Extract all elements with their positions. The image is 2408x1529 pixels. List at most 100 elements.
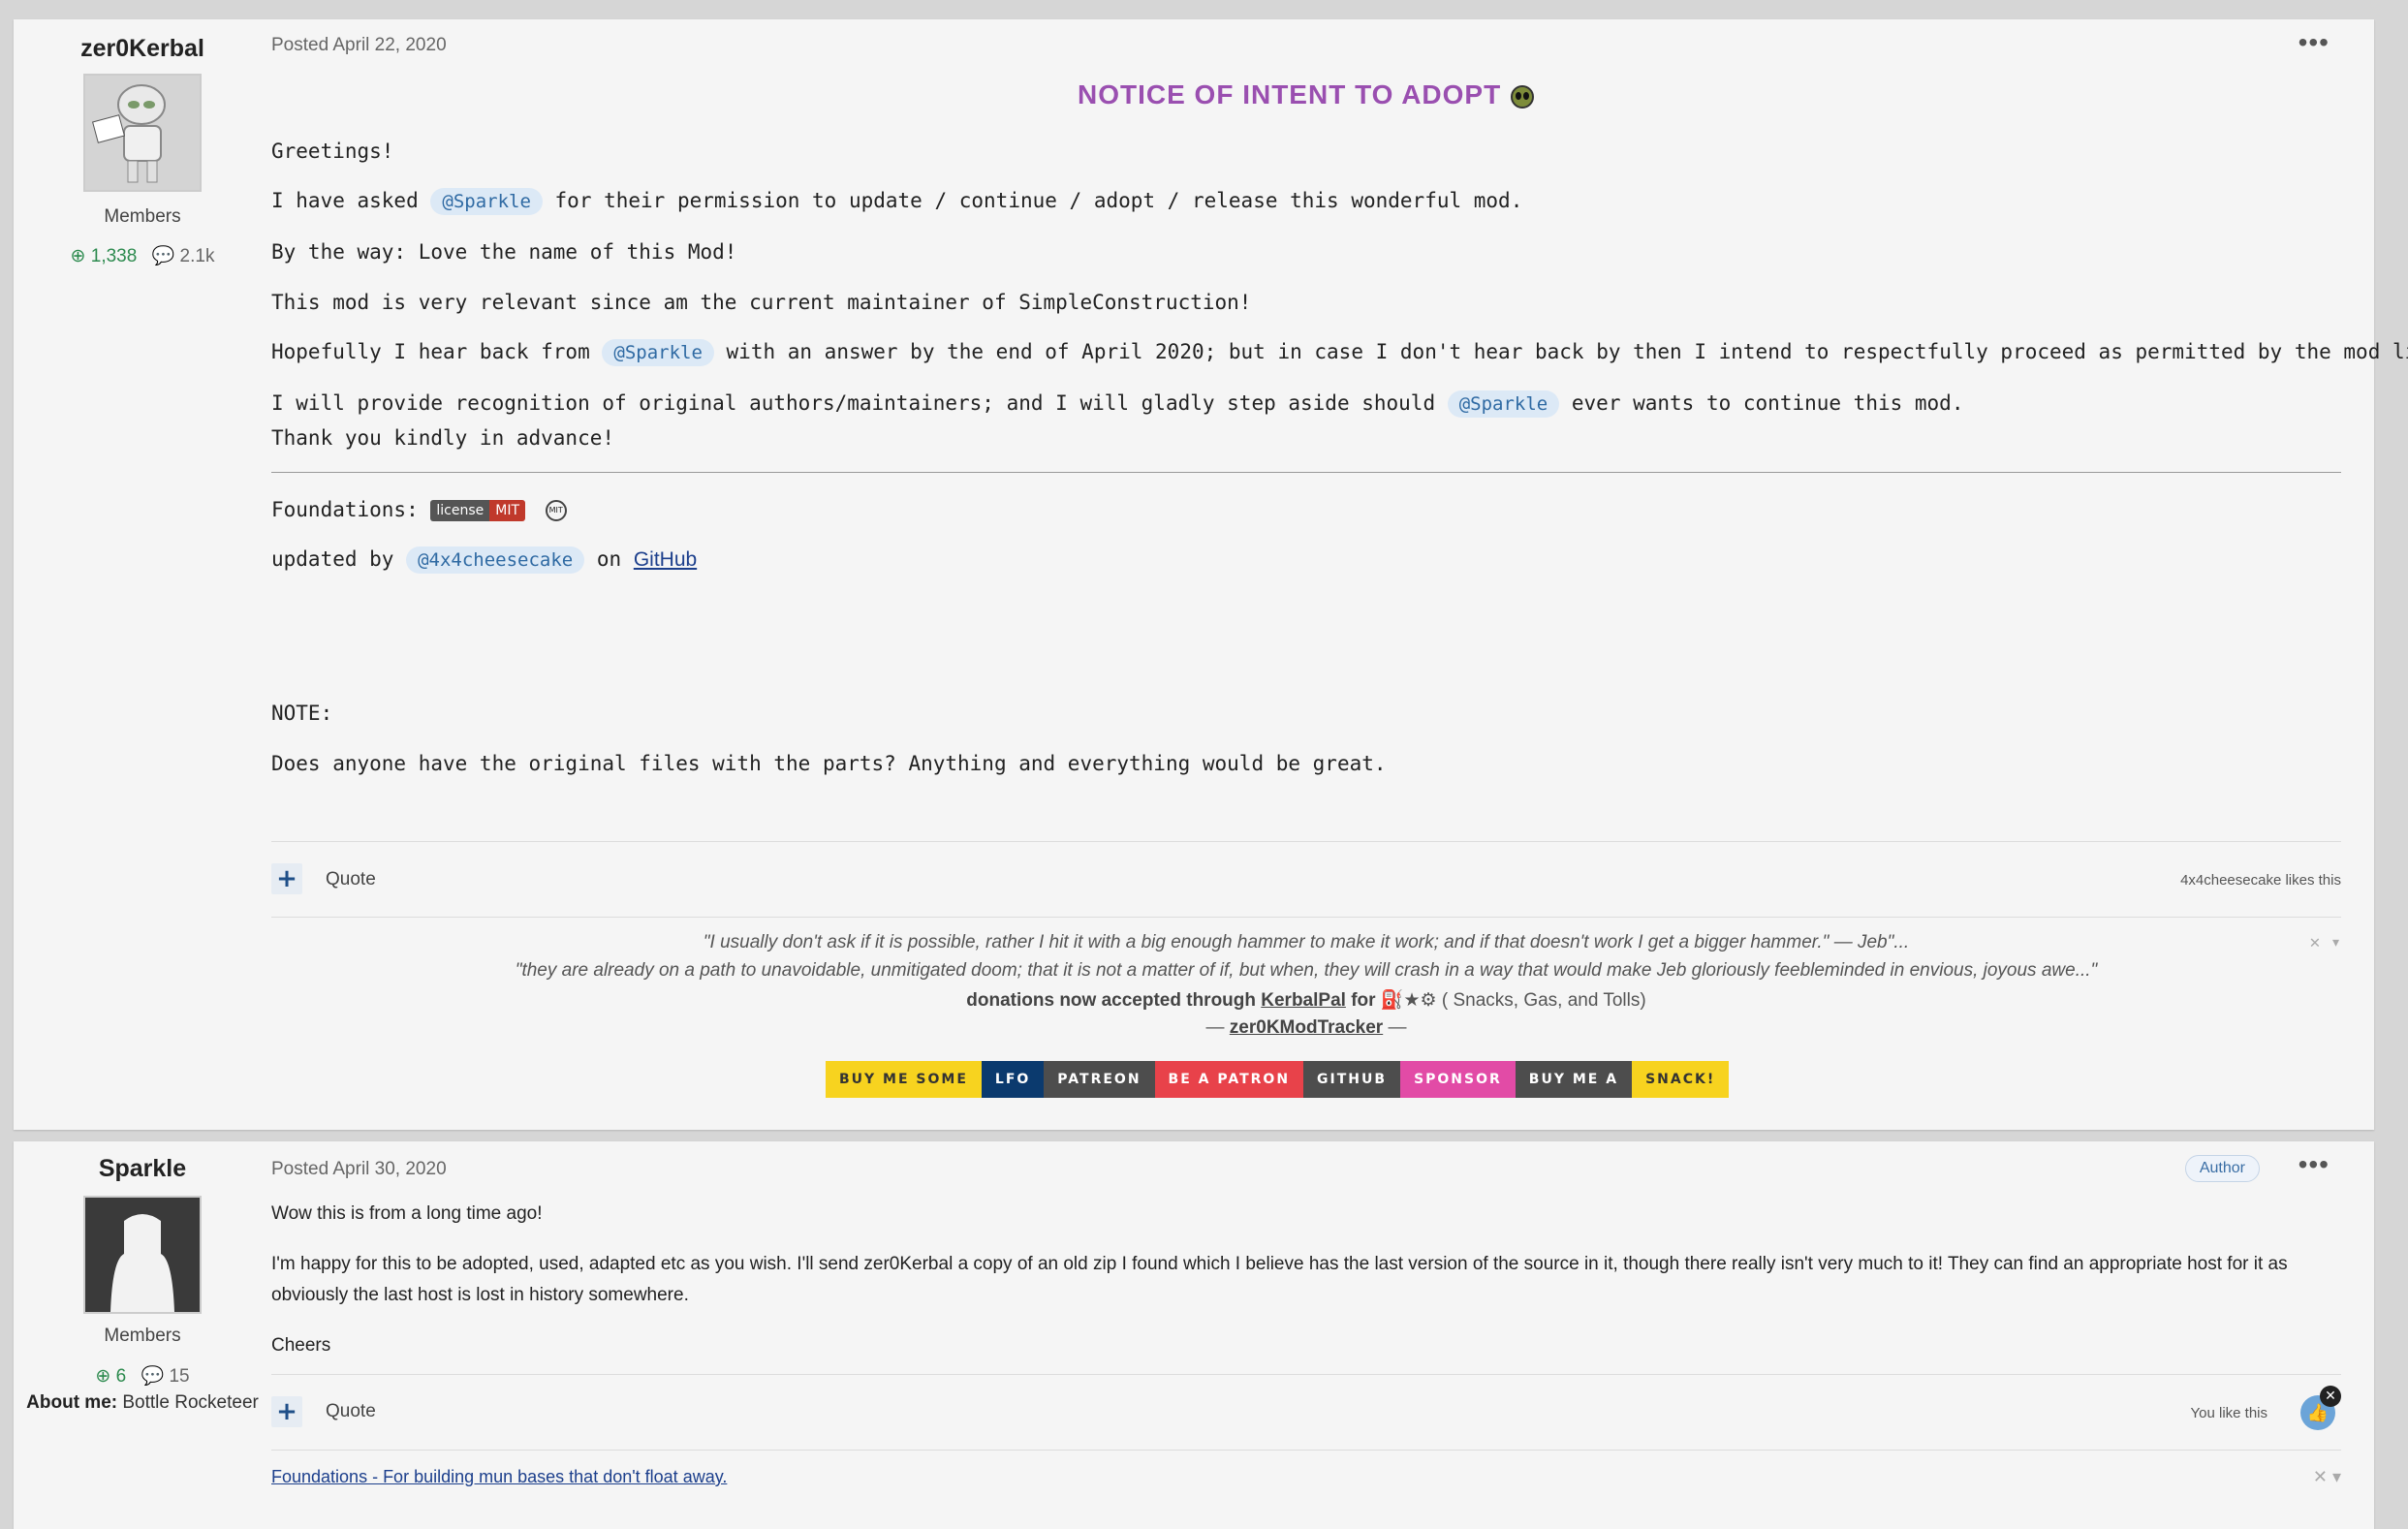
author-avatar[interactable] — [83, 74, 202, 192]
donation-badges: BUY ME SOME LFO PATREON BE A PATRON GITHUB SP… — [826, 1061, 1730, 1098]
note-label: NOTE: — [271, 702, 333, 725]
fuel-icon: ⛽ — [1380, 990, 1404, 1011]
donation-badge[interactable]: BUY ME A — [1515, 1061, 1633, 1098]
heading-text: NOTICE OF INTENT TO ADOPT — [1077, 79, 1502, 109]
text: "they are already on a path to unavoidab… — [515, 960, 2098, 981]
post-menu-button[interactable]: ••• — [2299, 27, 2330, 58]
about-label: About me: — [26, 1392, 118, 1413]
unlike-close-icon[interactable]: ✕ — [2320, 1386, 2341, 1407]
alien-emoji-icon — [1510, 79, 1535, 109]
paragraph-recognition: I will provide recognition of original a… — [271, 390, 1963, 418]
divider — [271, 1450, 2341, 1451]
donation-badge[interactable]: LFO — [981, 1061, 1045, 1098]
quote-button[interactable]: Quote — [326, 869, 376, 890]
text: — — [1383, 1017, 1407, 1038]
reputation-icon: ⊕ — [95, 1366, 111, 1387]
donation-badge[interactable]: PATREON — [1044, 1061, 1155, 1098]
post-date[interactable]: Posted April 30, 2020 — [271, 1159, 447, 1180]
paragraph-2-line-1: I'm happy for this to be adopted, used, … — [271, 1254, 2288, 1274]
signature-close-button[interactable]: ✕ ▾ — [2309, 932, 2341, 952]
divider — [271, 1374, 2341, 1375]
author-stats: ⊕ 6 💬 15 — [14, 1364, 271, 1388]
mention-sparkle[interactable]: @Sparkle — [1447, 390, 1560, 418]
mit-logo-icon: MIT — [545, 500, 567, 521]
comment-icon: 💬 — [151, 246, 175, 266]
donation-badge[interactable]: BE A PATRON — [1154, 1061, 1304, 1098]
author-group: Members — [104, 1326, 181, 1346]
author-group: Members — [104, 206, 181, 227]
mention-sparkle[interactable]: @Sparkle — [430, 188, 543, 215]
multiquote-add-button[interactable]: + — [271, 863, 302, 894]
post-sparkle: Sparkle Members ⊕ 6 💬 15 About me: Bottl… — [14, 1141, 2374, 1529]
note-text: Does anyone have the original files with… — [271, 752, 1387, 775]
signature-donations: donations now accepted through KerbalPal… — [271, 988, 2341, 1012]
donation-badge[interactable]: SNACK! — [1632, 1061, 1730, 1098]
text: with an answer by the end of April 2020;… — [713, 340, 2408, 363]
signature-quote-2: "they are already on a path to unavoidab… — [271, 960, 2341, 982]
star-icon: ★ — [1403, 990, 1421, 1011]
text: Hopefully I hear back from — [271, 340, 603, 363]
text: on — [584, 547, 634, 571]
reputation-count: 1,338 — [90, 246, 138, 266]
license-badge[interactable]: license MIT — [430, 500, 526, 521]
mention-4x4cheesecake[interactable]: @4x4cheesecake — [406, 546, 585, 574]
modtracker-link[interactable]: zer0KModTracker — [1230, 1017, 1383, 1038]
author-stats: ⊕ 1,338 💬 2.1k — [14, 244, 271, 267]
divider — [271, 472, 2341, 473]
multiquote-add-button[interactable]: + — [271, 1396, 302, 1427]
post-date[interactable]: Posted April 22, 2020 — [271, 35, 447, 56]
text: for their permission to update / continu… — [542, 189, 1523, 212]
donation-badge[interactable]: SPONSOR — [1400, 1061, 1516, 1098]
paragraph-3: Cheers — [271, 1335, 331, 1356]
github-link[interactable]: GitHub — [634, 548, 697, 571]
quote-button[interactable]: Quote — [326, 1401, 376, 1422]
author-avatar[interactable] — [83, 1196, 202, 1314]
post-zer0kerbal: zer0Kerbal Members ⊕ 1,338 💬 2.1k Posted… — [14, 19, 2408, 1130]
paragraph-greeting: Greetings! — [271, 140, 394, 163]
donation-badge[interactable]: BUY ME SOME — [826, 1061, 982, 1098]
text: I have asked — [271, 189, 431, 212]
post-count: 15 — [169, 1366, 190, 1387]
comment-icon: 💬 — [141, 1366, 165, 1387]
paragraph-hopefully: Hopefully I hear back from @Sparkle with… — [271, 339, 2408, 366]
gear-icon: ⚙ — [1420, 990, 1437, 1011]
paragraph-thanks: Thank you kindly in advance! — [271, 426, 615, 450]
foundations-line: Foundations: license MIT MIT — [271, 498, 567, 521]
kerbalpal-link[interactable]: KerbalPal — [1261, 990, 1346, 1011]
author-name[interactable]: Sparkle — [14, 1155, 271, 1183]
signature-close-button[interactable]: ✕ ▾ — [2313, 1467, 2341, 1487]
likes-summary[interactable]: 4x4cheesecake likes this — [2180, 872, 2341, 889]
signature-tracker: — zer0KModTracker — — [271, 1017, 2341, 1039]
paragraph-by-the-way: By the way: Love the name of this Mod! — [271, 240, 737, 264]
about-me: About me: Bottle Rocketeer — [14, 1392, 271, 1414]
text: updated by — [271, 547, 407, 571]
text: ( Snacks, Gas, and Tolls) — [1441, 990, 1646, 1011]
mention-sparkle[interactable]: @Sparkle — [602, 339, 714, 366]
author-name[interactable]: zer0Kerbal — [14, 35, 271, 63]
paragraph-1: Wow this is from a long time ago! — [271, 1203, 543, 1224]
signature-quote-1: "I usually don't ask if it is possible, … — [271, 932, 2341, 953]
text: I will provide recognition of original a… — [271, 391, 1448, 415]
post-menu-button[interactable]: ••• — [2299, 1149, 2330, 1180]
text: Foundations: — [271, 498, 431, 521]
divider — [271, 841, 2341, 842]
paragraph-relevant: This mod is very relevant since am the c… — [271, 291, 1252, 314]
text: donations now accepted through — [966, 990, 1262, 1011]
paragraph-2-line-2: obviously the last host is lost in histo… — [271, 1285, 689, 1305]
author-badge: Author — [2184, 1155, 2260, 1182]
reputation-icon: ⊕ — [70, 246, 86, 266]
donation-badge[interactable]: GITHUB — [1303, 1061, 1401, 1098]
license-value: MIT — [489, 500, 526, 521]
about-value: Bottle Rocketeer — [117, 1392, 259, 1413]
paragraph-asked: I have asked @Sparkle for their permissi… — [271, 188, 1522, 215]
divider — [271, 917, 2341, 918]
post-count: 2.1k — [179, 246, 215, 266]
reputation-count: 6 — [115, 1366, 127, 1387]
text: — — [1205, 1017, 1230, 1038]
text: "I usually don't ask if it is possible, … — [703, 932, 1910, 952]
signature-foundations-link[interactable]: Foundations - For building mun bases tha… — [271, 1467, 727, 1487]
post-heading: NOTICE OF INTENT TO ADOPT — [271, 79, 2341, 110]
likes-summary[interactable]: You like this — [2191, 1405, 2268, 1421]
updated-line: updated by @4x4cheesecake on GitHub — [271, 546, 697, 574]
text: ever wants to continue this mod. — [1559, 391, 1964, 415]
